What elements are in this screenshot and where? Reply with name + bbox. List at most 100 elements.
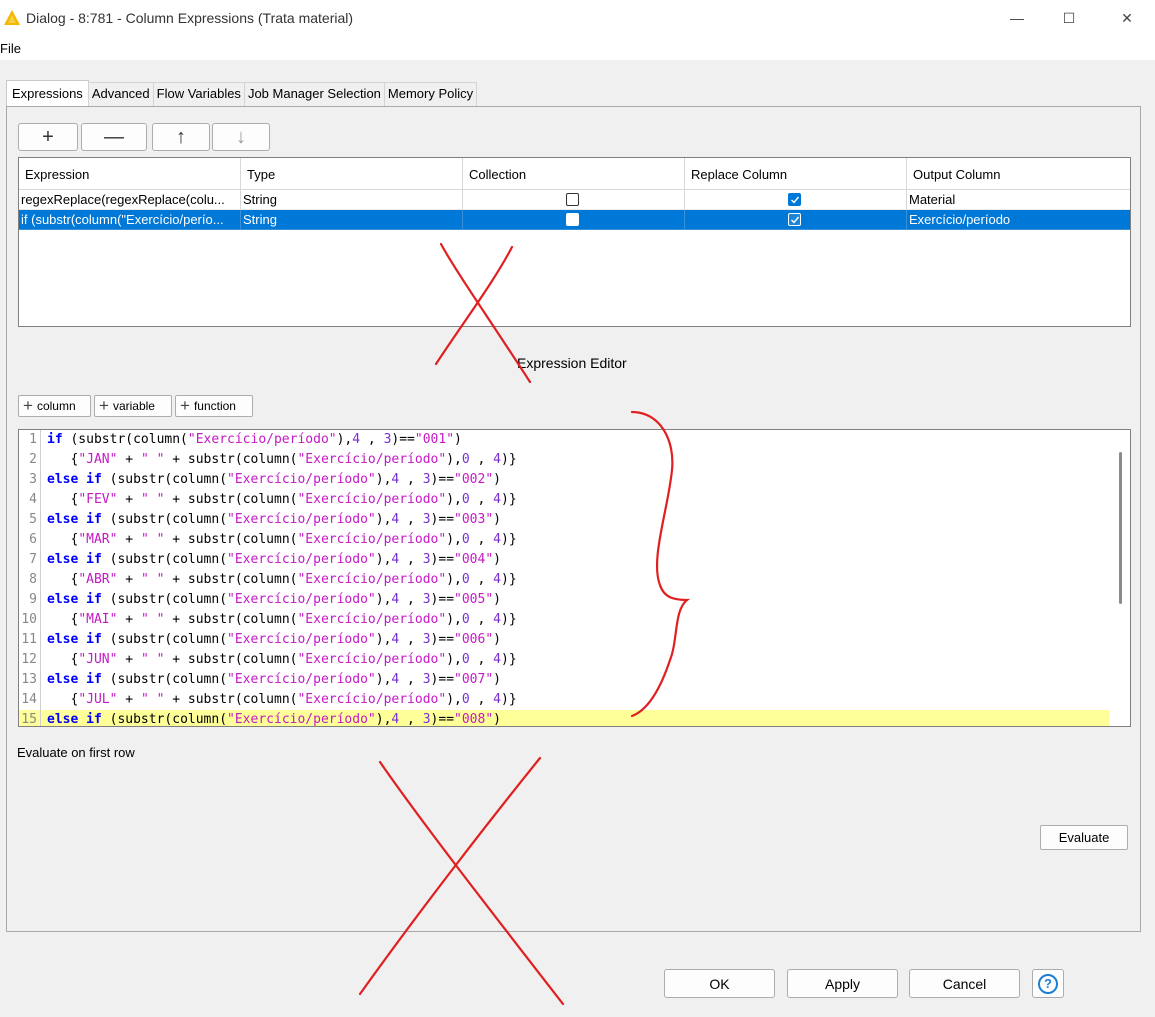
- add-function-button[interactable]: + function: [175, 395, 253, 417]
- line-number: 8: [19, 570, 41, 590]
- line-number: 5: [19, 510, 41, 530]
- help-icon: ?: [1038, 973, 1058, 994]
- add-expression-button[interactable]: +: [18, 123, 78, 151]
- help-button[interactable]: ?: [1032, 969, 1064, 998]
- line-number: 1: [19, 430, 41, 450]
- code-line[interactable]: 6 {"MAR" + " " + substr(column("Exercíci…: [19, 530, 1109, 550]
- replace-column-checkbox[interactable]: [788, 213, 801, 226]
- minus-icon: —: [104, 125, 124, 148]
- type-cell[interactable]: String: [241, 210, 463, 230]
- move-up-button[interactable]: ↑: [152, 123, 210, 151]
- maximize-icon: ☐: [1062, 9, 1076, 26]
- plus-icon: +: [23, 396, 33, 415]
- tab-bar: Expressions Advanced Flow Variables Job …: [6, 80, 478, 106]
- add-variable-button[interactable]: + variable: [94, 395, 172, 417]
- minimize-button[interactable]: —: [994, 0, 1040, 36]
- close-icon: ✕: [1121, 9, 1133, 26]
- evaluate-button[interactable]: Evaluate: [1040, 825, 1128, 850]
- replace-column-cell[interactable]: [685, 190, 907, 210]
- replace-column-cell[interactable]: [685, 210, 907, 230]
- maximize-button[interactable]: ☐: [1046, 0, 1092, 36]
- line-number: 12: [19, 650, 41, 670]
- code-line[interactable]: 13 else if (substr(column("Exercício/perí…: [19, 670, 1109, 690]
- tab-memory-policy[interactable]: Memory Policy: [383, 82, 478, 106]
- collection-cell[interactable]: [463, 210, 685, 230]
- code-editor[interactable]: 1 if (substr(column("Exercício/período"),…: [18, 429, 1131, 727]
- expression-editor-label: Expression Editor: [517, 355, 627, 371]
- add-column-button[interactable]: + column: [18, 395, 91, 417]
- scrollbar[interactable]: [1111, 430, 1130, 726]
- output-column-cell[interactable]: Material: [907, 190, 1130, 210]
- tab-job-manager-selection[interactable]: Job Manager Selection: [243, 82, 385, 106]
- checkmark-icon: [791, 216, 800, 224]
- minimize-icon: —: [1010, 10, 1024, 26]
- close-button[interactable]: ✕: [1104, 0, 1150, 36]
- code-line[interactable]: 10 {"MAI" + " " + substr(column("Exercíc…: [19, 610, 1109, 630]
- arrow-up-icon: ↑: [176, 125, 186, 148]
- code-line[interactable]: 4 {"FEV" + " " + substr(column("Exercíci…: [19, 490, 1109, 510]
- line-number: 4: [19, 490, 41, 510]
- code-line[interactable]: 5 else if (substr(column("Exercício/perío…: [19, 510, 1109, 530]
- replace-column-checkbox[interactable]: [788, 193, 801, 206]
- table-header: Expression Type Collection Replace Colum…: [19, 158, 1130, 190]
- code-line[interactable]: 1 if (substr(column("Exercício/período"),…: [19, 430, 1109, 450]
- plus-icon: +: [180, 396, 190, 415]
- tab-advanced[interactable]: Advanced: [87, 82, 154, 106]
- column-header-collection[interactable]: Collection: [463, 158, 685, 190]
- line-number: 15: [19, 710, 41, 726]
- code-line[interactable]: 3 else if (substr(column("Exercício/perío…: [19, 470, 1109, 490]
- column-header-replace-column[interactable]: Replace Column: [685, 158, 907, 190]
- expressions-table: Expression Type Collection Replace Colum…: [18, 157, 1131, 327]
- line-number: 7: [19, 550, 41, 570]
- checkmark-icon: [791, 196, 800, 204]
- expression-cell[interactable]: regexReplace(regexReplace(colu...: [19, 190, 241, 210]
- add-function-label: function: [193, 399, 236, 413]
- plus-icon: +: [99, 396, 109, 415]
- expressions-panel: + — ↑ ↓ Expression Type Collection Repla…: [6, 106, 1141, 932]
- add-column-label: column: [36, 399, 76, 413]
- line-number: 9: [19, 590, 41, 610]
- line-number: 13: [19, 670, 41, 690]
- scrollbar-thumb[interactable]: [1119, 452, 1122, 604]
- output-column-cell[interactable]: Exercício/período: [907, 210, 1130, 230]
- arrow-down-icon: ↓: [236, 125, 246, 148]
- code-line[interactable]: 12 {"JUN" + " " + substr(column("Exercíc…: [19, 650, 1109, 670]
- line-number: 3: [19, 470, 41, 490]
- column-header-expression[interactable]: Expression: [19, 158, 241, 190]
- ok-button[interactable]: OK: [664, 969, 775, 998]
- column-header-output-column[interactable]: Output Column: [907, 158, 1130, 190]
- code-line[interactable]: 8 {"ABR" + " " + substr(column("Exercíci…: [19, 570, 1109, 590]
- line-number: 6: [19, 530, 41, 550]
- collection-cell[interactable]: [463, 190, 685, 210]
- apply-button[interactable]: Apply: [787, 969, 898, 998]
- cancel-button[interactable]: Cancel: [909, 969, 1020, 998]
- plus-icon: +: [42, 125, 54, 148]
- tab-expressions[interactable]: Expressions: [6, 80, 89, 106]
- code-line[interactable]: 2 {"JAN" + " " + substr(column("Exercíci…: [19, 450, 1109, 470]
- code-line[interactable]: 14 {"JUL" + " " + substr(column("Exercíc…: [19, 690, 1109, 710]
- menu-file[interactable]: File: [0, 41, 21, 56]
- type-cell[interactable]: String: [241, 190, 463, 210]
- code-line[interactable]: 11 else if (substr(column("Exercício/perí…: [19, 630, 1109, 650]
- line-number: 10: [19, 610, 41, 630]
- line-number: 11: [19, 630, 41, 650]
- remove-expression-button[interactable]: —: [81, 123, 147, 151]
- window-title: Dialog - 8:781 - Column Expressions (Tra…: [26, 10, 354, 26]
- column-header-type[interactable]: Type: [241, 158, 463, 190]
- tab-flow-variables[interactable]: Flow Variables: [152, 82, 245, 106]
- line-number: 14: [19, 690, 41, 710]
- expression-cell[interactable]: if (substr(column("Exercício/perío...: [19, 210, 241, 230]
- knime-warning-icon: [4, 10, 20, 25]
- table-row[interactable]: if (substr(column("Exercício/perío... St…: [19, 210, 1130, 230]
- title-bar: Dialog - 8:781 - Column Expressions (Tra…: [0, 0, 1155, 36]
- evaluate-first-row-label: Evaluate on first row: [17, 745, 135, 760]
- code-line[interactable]: 15 else if (substr(column("Exercício/perí…: [19, 710, 1109, 726]
- collection-checkbox[interactable]: [566, 213, 579, 226]
- line-number: 2: [19, 450, 41, 470]
- move-down-button[interactable]: ↓: [212, 123, 270, 151]
- code-line[interactable]: 9 else if (substr(column("Exercício/perío…: [19, 590, 1109, 610]
- collection-checkbox[interactable]: [566, 193, 579, 206]
- menu-bar: File: [0, 36, 1155, 60]
- table-row[interactable]: regexReplace(regexReplace(colu... String…: [19, 190, 1130, 210]
- code-line[interactable]: 7 else if (substr(column("Exercício/perío…: [19, 550, 1109, 570]
